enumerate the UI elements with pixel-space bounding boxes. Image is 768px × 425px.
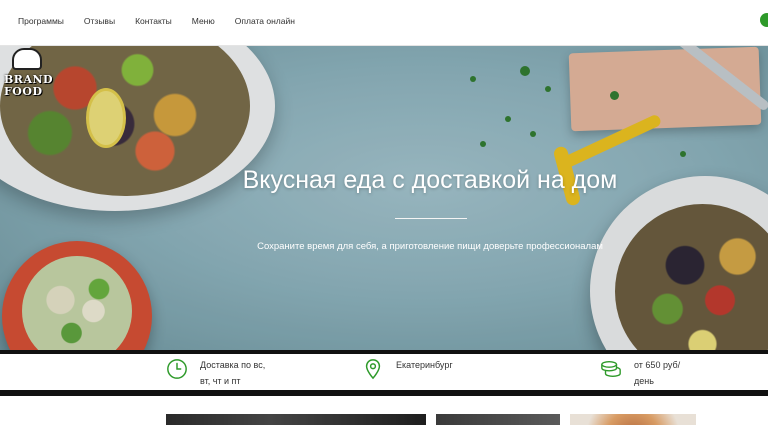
feature-delivery-line-2: вт, чт и пт: [200, 376, 241, 386]
clock-icon: [167, 359, 187, 379]
brand-logo-text: BRAND FOOD: [4, 74, 53, 98]
feature-delivery-text: Доставка по вс, вт, чт и пт: [200, 357, 265, 389]
hero-subtitle: Сохраните время для себя, а приготовлени…: [257, 241, 603, 252]
feature-delivery: Доставка по вс, вт, чт и пт: [166, 357, 265, 389]
nav-link-contacts[interactable]: Контакты: [135, 17, 172, 26]
feature-price: от 650 руб/ день: [600, 357, 680, 389]
feature-location: Екатеринбург: [362, 357, 453, 380]
card-image[interactable]: [570, 414, 696, 425]
feature-price-line-1: от 650 руб/: [634, 360, 681, 370]
main-menu: Программы Отзывы Контакты Меню Оплата он…: [18, 0, 315, 42]
nav-link-programs[interactable]: Программы: [18, 17, 64, 26]
nav-link-online-payment[interactable]: Оплата онлайн: [235, 17, 295, 26]
cards-section: [0, 396, 768, 425]
hero-overlay: [0, 46, 768, 350]
hero-section: BRAND FOOD Вкусная еда с доставкой на до…: [0, 46, 768, 350]
hero-title: Вкусная еда с доставкой на дом: [242, 166, 618, 194]
card-image[interactable]: [436, 414, 560, 425]
features-bar: Доставка по вс, вт, чт и пт Екатеринбург…: [0, 354, 768, 390]
chef-hat-icon: [12, 48, 42, 70]
feature-delivery-line-1: Доставка по вс,: [200, 360, 266, 370]
coins-icon: [601, 360, 621, 378]
call-button[interactable]: [760, 13, 768, 27]
top-navigation: Программы Отзывы Контакты Меню Оплата он…: [0, 0, 768, 46]
map-pin-icon: [365, 359, 381, 380]
brand-logo[interactable]: BRAND FOOD: [4, 48, 53, 110]
feature-location-line-1: Екатеринбург: [396, 360, 453, 370]
card-image[interactable]: [166, 414, 426, 425]
hero-divider: [395, 218, 467, 219]
feature-location-text: Екатеринбург: [396, 357, 453, 373]
feature-price-text: от 650 руб/ день: [634, 357, 680, 389]
brand-line-2: FOOD: [4, 85, 43, 98]
nav-link-reviews[interactable]: Отзывы: [84, 17, 115, 26]
nav-link-menu[interactable]: Меню: [192, 17, 215, 26]
feature-price-line-2: день: [634, 376, 654, 386]
